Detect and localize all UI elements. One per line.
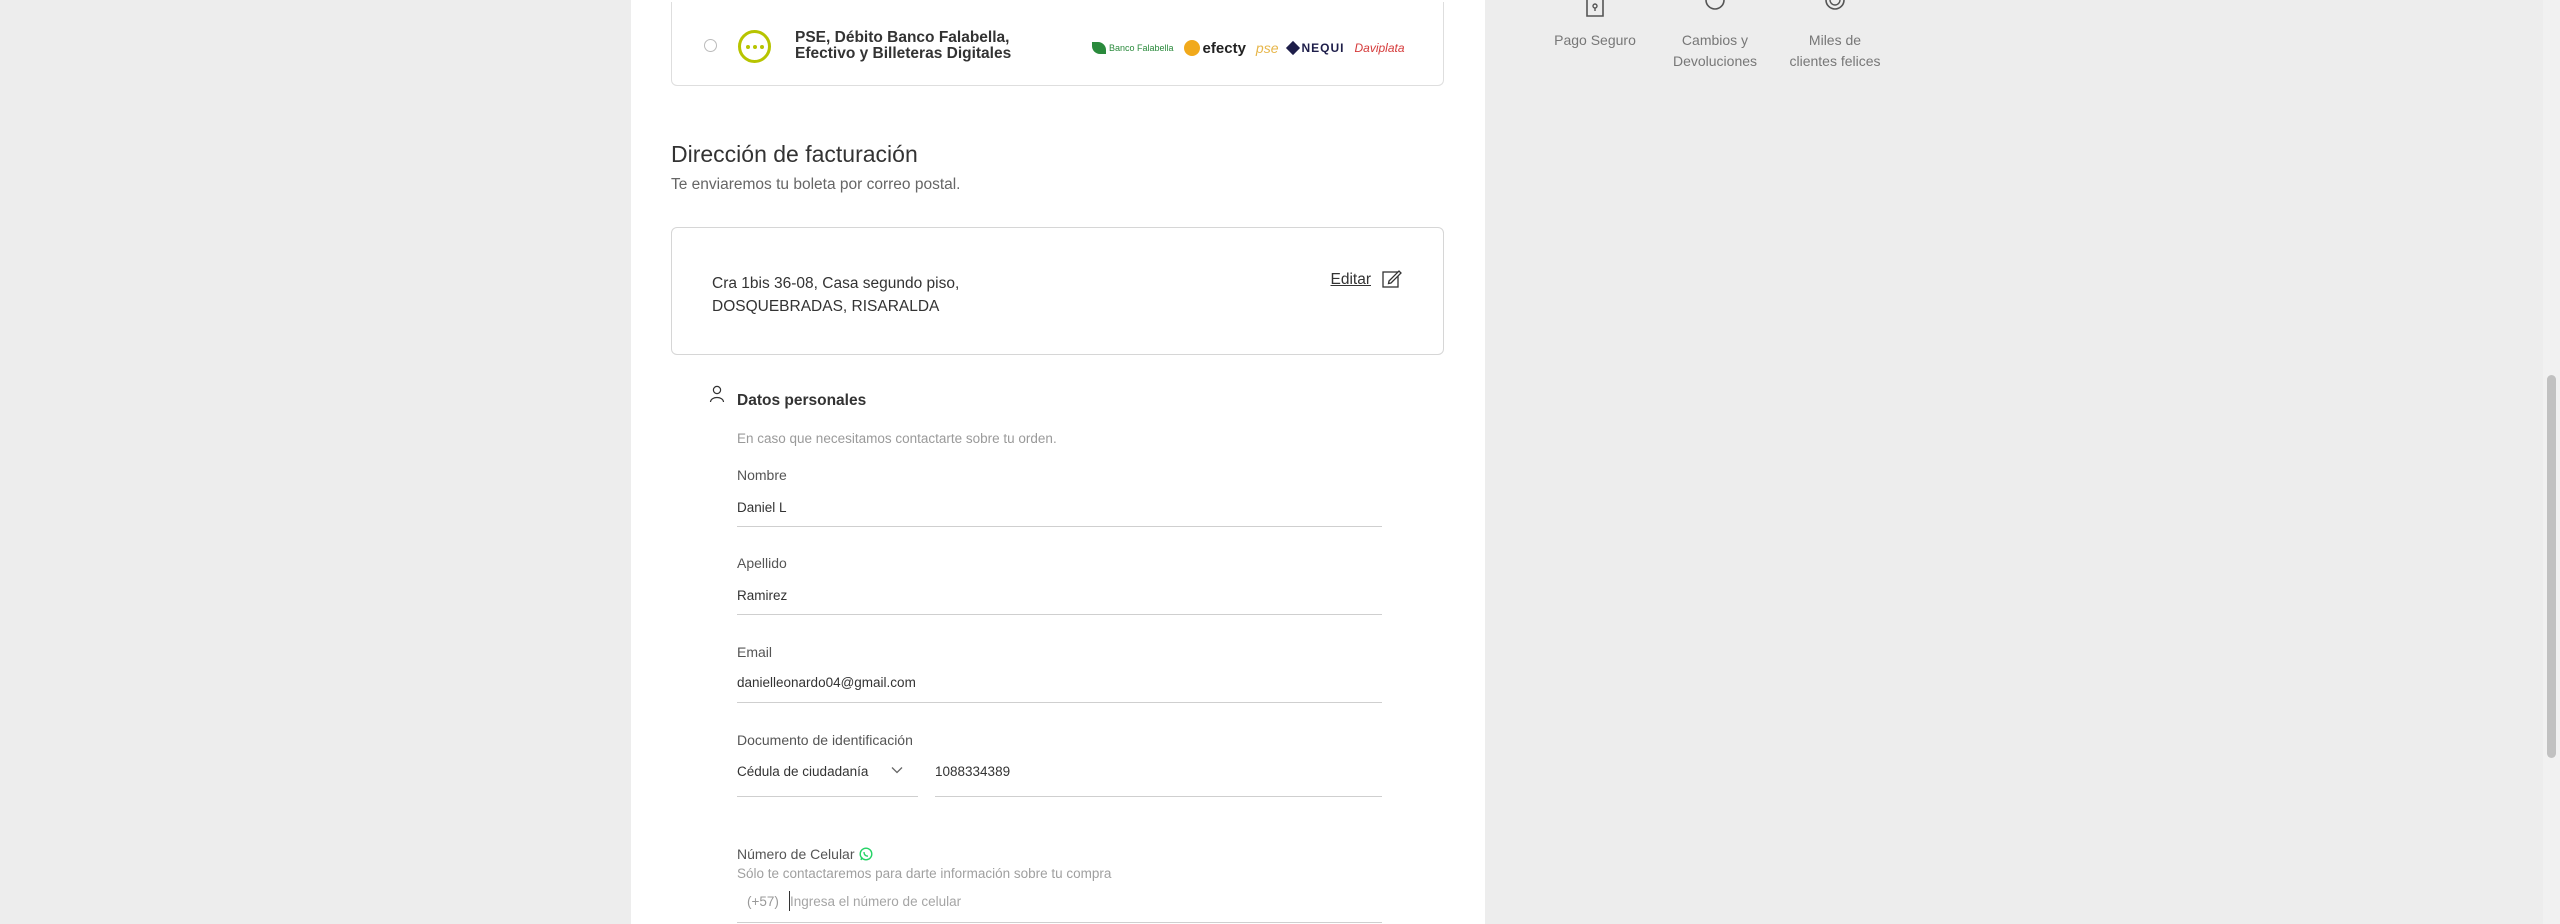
edit-icon[interactable]: [1381, 268, 1403, 290]
phone-label: Número de Celular: [737, 846, 855, 862]
edit-address-link[interactable]: Editar: [1331, 271, 1372, 289]
last-name-underline: [737, 614, 1382, 615]
last-name-field[interactable]: Ramirez: [737, 588, 787, 603]
personal-data-title: Datos personales: [737, 392, 867, 409]
efecty-logo: efecty: [1183, 40, 1246, 57]
billing-address: Cra 1bis 36-08, Casa segundo piso, DOSQU…: [712, 272, 959, 318]
email-label: Email: [737, 644, 773, 660]
lock-icon: [1586, 0, 1604, 17]
phone-input[interactable]: [789, 891, 1370, 911]
first-name-label: Nombre: [737, 467, 787, 483]
chevron-down-icon[interactable]: [890, 763, 904, 777]
returns-badge: Cambios y Devoluciones: [1665, 0, 1765, 72]
whatsapp-icon: [859, 847, 873, 861]
personal-data-subtitle: En caso que necesitamos contactarte sobr…: [737, 431, 1057, 446]
secure-payment-badge: Pago Seguro: [1550, 0, 1640, 51]
billing-section-title: Dirección de facturación: [671, 141, 918, 167]
last-name-label: Apellido: [737, 555, 787, 571]
banco-falabella-logo: Banco Falabella: [1092, 42, 1174, 54]
phone-hint: Sólo te contactaremos para darte informa…: [737, 866, 1112, 881]
checkout-main-panel: PSE, Débito Banco Falabella, Efectivo y …: [631, 0, 1485, 924]
document-number-underline: [935, 796, 1382, 797]
scrollbar-thumb[interactable]: [2547, 375, 2556, 758]
phone-underline: [737, 922, 1382, 923]
first-name-underline: [737, 526, 1382, 527]
email-field[interactable]: danielleonardo04@gmail.com: [737, 675, 916, 690]
email-underline: [737, 702, 1382, 703]
happy-clients-badge: Miles de clientes felices: [1785, 0, 1885, 72]
document-type-select[interactable]: Cédula de ciudadanía: [737, 764, 868, 779]
more-options-icon: [738, 30, 771, 63]
payment-option-title: PSE, Débito Banco Falabella, Efectivo y …: [795, 29, 1012, 62]
address-line-2: DOSQUEBRADAS, RISARALDA: [712, 298, 940, 315]
payment-logos: Banco Falabella efecty pse NEQUI Davipla…: [1092, 36, 1405, 60]
billing-section-subtitle: Te enviaremos tu boleta por correo posta…: [671, 176, 961, 193]
pse-logo: pse: [1255, 40, 1279, 56]
smiley-icon: [1825, 0, 1845, 10]
payment-option-radio[interactable]: [704, 39, 717, 52]
nequi-logo: NEQUI: [1286, 40, 1344, 56]
returns-icon: [1705, 0, 1725, 10]
vertical-scrollbar[interactable]: [2543, 0, 2560, 924]
daviplata-logo: Daviplata: [1354, 41, 1405, 55]
document-number-field[interactable]: 1088334389: [935, 764, 1010, 779]
document-label: Documento de identificación: [737, 732, 913, 748]
document-type-underline: [737, 796, 918, 797]
payment-option-card[interactable]: PSE, Débito Banco Falabella, Efectivo y …: [671, 2, 1444, 86]
phone-country-prefix: (+57): [747, 894, 779, 909]
address-line-1: Cra 1bis 36-08, Casa segundo piso,: [712, 275, 960, 292]
billing-address-card: Cra 1bis 36-08, Casa segundo piso, DOSQU…: [671, 227, 1444, 355]
person-icon: [709, 385, 725, 403]
first-name-field[interactable]: Daniel L: [737, 500, 787, 515]
